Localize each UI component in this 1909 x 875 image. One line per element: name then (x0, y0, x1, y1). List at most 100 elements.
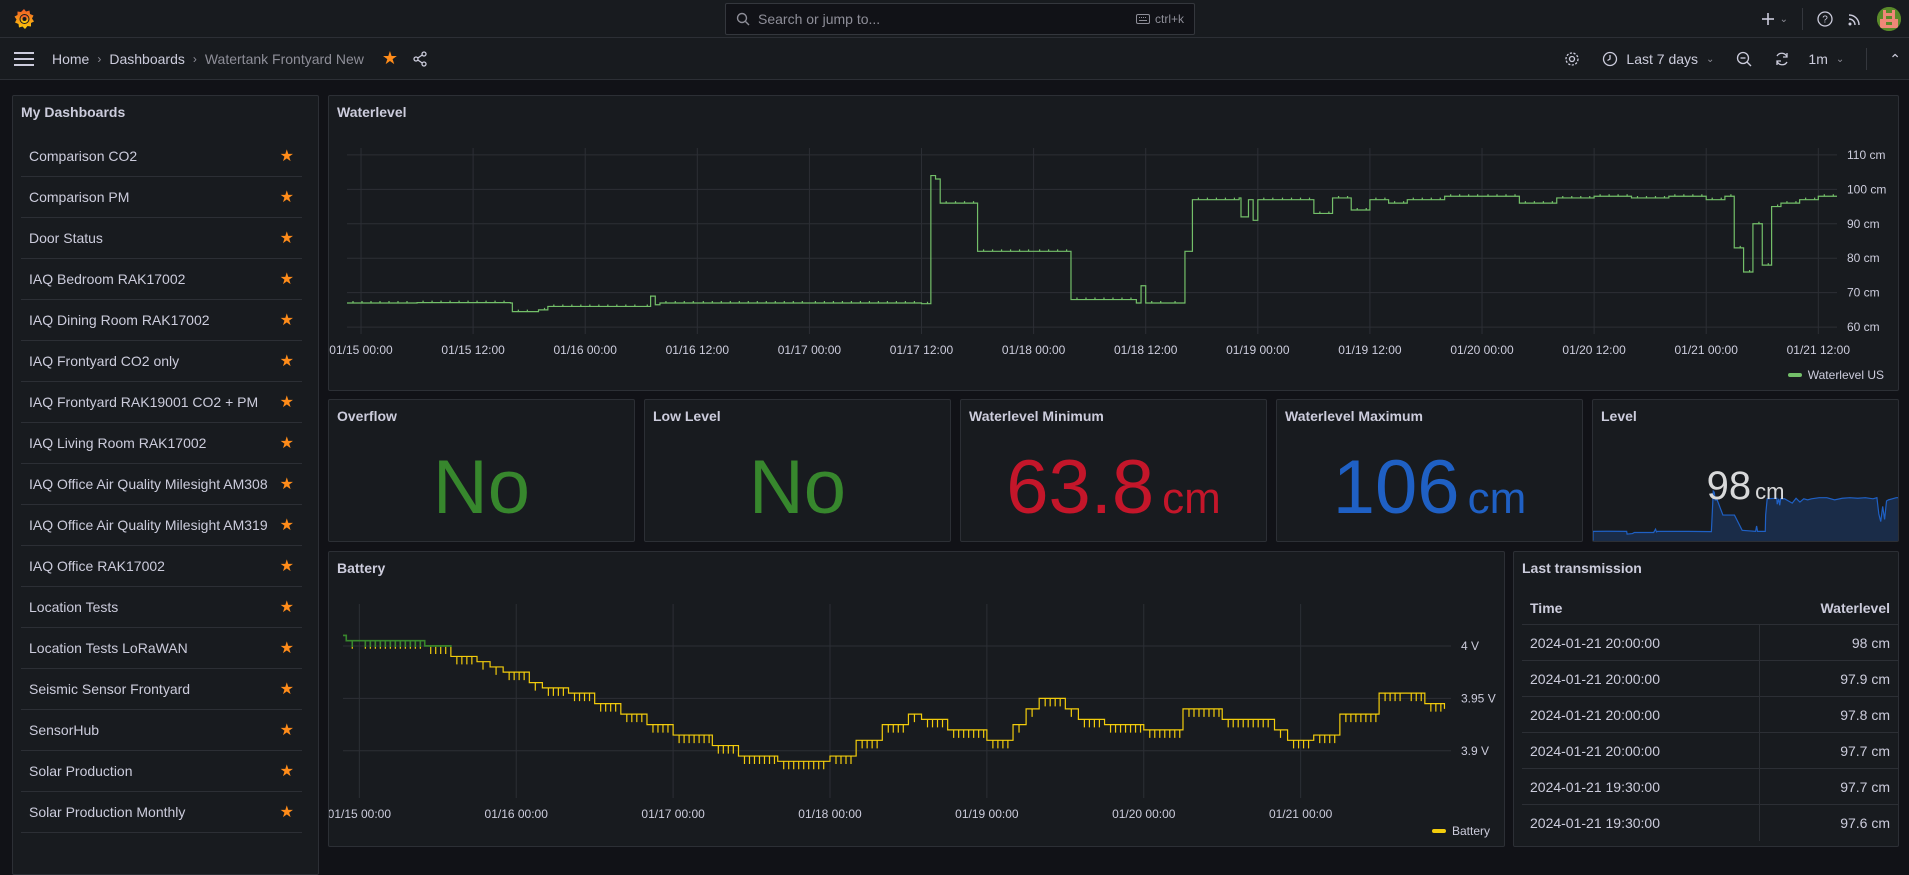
share-icon[interactable] (412, 50, 428, 67)
panel-title: Waterlevel Maximum (1285, 408, 1423, 424)
waterlevel-maximum-panel: Waterlevel Maximum 106 cm (1276, 399, 1583, 542)
breadcrumb-dashboards[interactable]: Dashboards (109, 51, 185, 67)
grafana-logo-icon[interactable] (12, 7, 36, 31)
x-tick-label: 01/20 12:00 (1562, 343, 1626, 357)
sidebar-item[interactable]: IAQ Living Room RAK17002 ★ (21, 423, 302, 464)
chevron-down-icon: ⌄ (1779, 13, 1788, 25)
sidebar-item[interactable]: IAQ Bedroom RAK17002 ★ (21, 259, 302, 300)
sidebar-item[interactable]: IAQ Office RAK17002 ★ (21, 546, 302, 587)
sidebar-item[interactable]: IAQ Office Air Quality Milesight AM308 ★ (21, 464, 302, 505)
waterlevel-chart[interactable]: 60 cm 70 cm 80 cm 90 cm 100 cm 110 cm 01/15 00… (329, 96, 1900, 392)
column-header-time[interactable]: Time (1522, 592, 1760, 625)
news-button[interactable] (1847, 11, 1863, 27)
breadcrumb-home[interactable]: Home (52, 51, 89, 67)
sidebar-item[interactable]: Solar Production Monthly ★ (21, 792, 302, 833)
chevron-right-icon: › (192, 51, 197, 66)
cell-waterlevel: 97.7 cm (1758, 732, 1898, 769)
sidebar-item[interactable]: Location Tests LoRaWAN ★ (21, 628, 302, 669)
sidebar-item[interactable]: IAQ Frontyard CO2 only ★ (21, 341, 302, 382)
sidebar-item[interactable]: Solar Production ★ (21, 751, 302, 792)
sidebar-item[interactable]: Location Tests ★ (21, 587, 302, 628)
top-bar: Search or jump to... ctrl+k ⌄ ? (0, 0, 1909, 38)
sidebar-item[interactable]: Door Status ★ (21, 218, 302, 259)
panel-title: Overflow (337, 408, 397, 424)
star-icon[interactable]: ★ (280, 187, 294, 207)
y-tick-label: 90 cm (1847, 217, 1880, 231)
zoom-out-icon[interactable] (1736, 51, 1752, 67)
sidebar-item-label: IAQ Office Air Quality Milesight AM319 (29, 517, 268, 533)
battery-panel: Battery 3.9 V 3.95 V 4 V 01/15 00:00 01/16 0… (328, 551, 1505, 847)
sidebar-item-label: IAQ Frontyard CO2 only (29, 353, 180, 369)
sidebar-item[interactable]: IAQ Dining Room RAK17002 ★ (21, 300, 302, 341)
legend-label: Battery (1451, 824, 1490, 838)
column-header-waterlevel[interactable]: Waterlevel (1759, 592, 1898, 625)
battery-chart[interactable]: 3.9 V 3.95 V 4 V 01/15 00:00 01/16 00:00 01/1… (329, 552, 1506, 848)
table-row: 2024-01-21 20:00:00 97.9 cm (1522, 660, 1898, 697)
table-row: 2024-01-21 19:30:00 97.7 cm (1522, 768, 1898, 805)
y-tick-label: 80 cm (1847, 251, 1880, 265)
star-icon[interactable]: ★ (280, 392, 294, 412)
sidebar-item[interactable]: IAQ Office Air Quality Milesight AM319 ★ (21, 505, 302, 546)
y-tick-label: 3.9 V (1461, 744, 1489, 758)
sidebar-item-label: IAQ Office Air Quality Milesight AM308 (29, 476, 268, 492)
star-icon[interactable]: ★ (280, 351, 294, 371)
x-tick-label: 01/19 00:00 (1226, 343, 1290, 357)
refresh-picker[interactable]: 1m ⌄ (1774, 51, 1844, 67)
star-icon[interactable]: ★ (280, 515, 294, 535)
sidebar-item[interactable]: IAQ Frontyard RAK19001 CO2 + PM ★ (21, 382, 302, 423)
cell-time: 2024-01-21 20:00:00 (1522, 624, 1760, 661)
star-icon[interactable]: ★ (280, 679, 294, 699)
avatar[interactable] (1877, 7, 1901, 31)
star-icon[interactable]: ★ (280, 802, 294, 822)
divider (1802, 8, 1803, 30)
sidebar-item[interactable]: Comparison PM ★ (21, 177, 302, 218)
sidebar-item[interactable]: Comparison CO2 ★ (21, 136, 302, 177)
star-icon[interactable]: ★ (280, 638, 294, 658)
star-icon[interactable]: ★ (382, 48, 398, 69)
chart-legend[interactable]: Battery (1431, 824, 1490, 838)
maximum-number: 106 (1332, 445, 1460, 530)
star-icon[interactable]: ★ (280, 433, 294, 453)
x-tick-label: 01/17 00:00 (778, 343, 842, 357)
star-icon[interactable]: ★ (280, 720, 294, 740)
x-tick-label: 01/20 00:00 (1112, 807, 1176, 821)
search-shortcut-label: ctrl+k (1154, 12, 1184, 26)
refresh-icon (1776, 52, 1789, 66)
sidebar-item[interactable]: SensorHub ★ (21, 710, 302, 751)
panel-title: My Dashboards (21, 104, 126, 120)
star-icon[interactable]: ★ (280, 597, 294, 617)
search-input[interactable]: Search or jump to... ctrl+k (725, 3, 1195, 35)
sidebar-item-label: IAQ Office RAK17002 (29, 558, 165, 574)
star-icon[interactable]: ★ (280, 310, 294, 330)
star-icon[interactable]: ★ (280, 474, 294, 494)
time-range-picker[interactable]: Last 7 days ⌄ (1602, 51, 1714, 67)
star-icon[interactable]: ★ (280, 761, 294, 781)
sidebar-item-label: IAQ Dining Room RAK17002 (29, 312, 210, 328)
sidebar-item-label: Location Tests (29, 599, 119, 615)
x-tick-label: 01/19 00:00 (955, 807, 1019, 821)
new-button[interactable]: ⌄ (1760, 11, 1788, 27)
x-tick-label: 01/15 00:00 (329, 807, 391, 821)
search-shortcut: ctrl+k (1135, 12, 1184, 26)
star-icon[interactable]: ★ (280, 228, 294, 248)
star-icon[interactable]: ★ (280, 556, 294, 576)
x-tick-label: 01/16 12:00 (666, 343, 730, 357)
minimum-number: 63.8 (1006, 445, 1155, 530)
chart-legend[interactable]: Waterlevel US (1787, 368, 1884, 382)
transmission-table: Time Waterlevel 2024-01-21 20:00:00 98 cm… (1522, 592, 1898, 841)
chevron-down-icon: ⌄ (1706, 53, 1715, 65)
sidebar-item-label: Solar Production (29, 763, 133, 779)
help-button[interactable]: ? (1817, 11, 1833, 27)
star-icon[interactable]: ★ (280, 146, 294, 166)
level-unit: cm (1755, 479, 1785, 504)
sidebar-item[interactable]: Seismic Sensor Frontyard ★ (21, 669, 302, 710)
sidebar-item-label: SensorHub (29, 722, 100, 738)
sidebar-item-label: Comparison PM (29, 189, 130, 205)
star-icon[interactable]: ★ (280, 269, 294, 289)
collapse-nav-button[interactable]: ⌃ (1889, 51, 1901, 68)
legend-swatch (1787, 373, 1802, 377)
menu-button[interactable] (14, 51, 34, 67)
legend-swatch (1431, 829, 1446, 833)
gear-icon[interactable] (1564, 51, 1580, 67)
sidebar-item-label: Solar Production Monthly (29, 804, 186, 820)
